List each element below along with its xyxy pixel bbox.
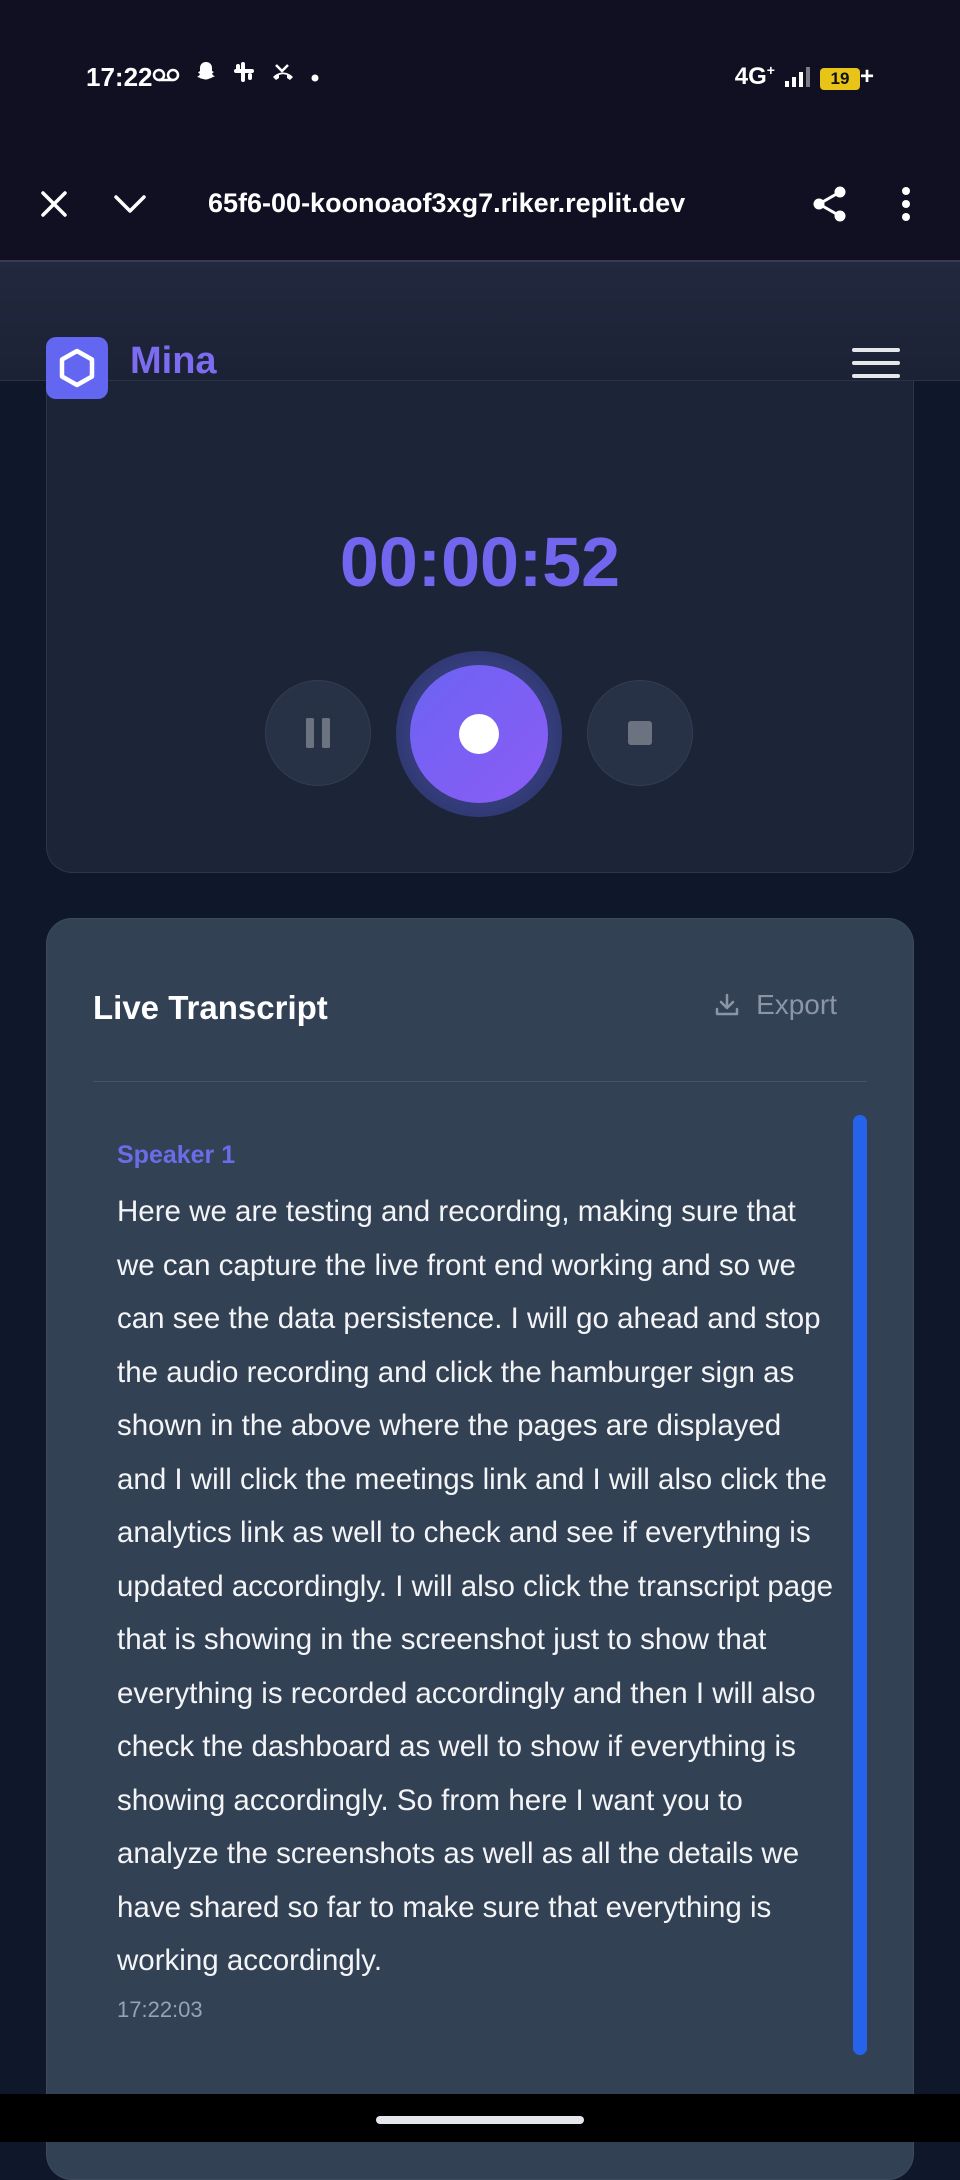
browser-toolbar: 65f6-00-koonoaof3xg7.riker.replit.dev: [0, 150, 960, 262]
slack-icon: [232, 60, 256, 91]
record-dot-icon: [459, 714, 499, 754]
export-button[interactable]: Export: [714, 989, 837, 1021]
logo[interactable]: [46, 337, 108, 399]
battery-level: 19: [819, 67, 860, 90]
record-button-inner: [410, 665, 548, 803]
record-button[interactable]: [396, 651, 562, 817]
divider: [93, 1081, 867, 1082]
notification-icons: [152, 60, 320, 91]
transcript-timestamp: 17:22:03: [117, 1997, 203, 2022]
status-time: 17:22: [86, 62, 153, 92]
address-bar[interactable]: 65f6-00-koonoaof3xg7.riker.replit.dev: [208, 188, 685, 219]
snapchat-icon: [194, 60, 218, 91]
pause-button[interactable]: [265, 680, 371, 786]
transcript-scrollbar[interactable]: [853, 1115, 867, 2055]
share-button[interactable]: [798, 172, 862, 236]
status-bar: 17:22 4G+ 19 +: [0, 0, 960, 150]
hexagon-logo-icon: [59, 348, 95, 388]
battery-icon: 19 +: [819, 63, 874, 91]
recording-timer: 00:00:52: [339, 523, 621, 601]
dot-icon: [310, 62, 320, 90]
transcript-title: Live Transcript: [93, 989, 328, 1026]
pause-icon: [306, 718, 330, 748]
network-type: 4G+: [734, 62, 775, 90]
share-icon: [813, 186, 846, 222]
more-vert-icon: [902, 187, 910, 221]
gesture-nav-bar: [0, 2094, 960, 2142]
speaker-label: Speaker 1: [117, 1141, 236, 1169]
home-handle[interactable]: [376, 2116, 584, 2124]
more-options-button[interactable]: [874, 172, 938, 236]
download-icon: [715, 993, 739, 1016]
brand-name[interactable]: Mina: [130, 340, 217, 383]
status-right: 4G+ 19 +: [735, 62, 874, 91]
hamburger-menu-button[interactable]: [852, 348, 900, 388]
transcript-text: Here we are testing and recording, makin…: [117, 1195, 834, 1977]
minimize-button[interactable]: [98, 172, 162, 236]
close-button[interactable]: [22, 172, 86, 236]
voicemail-icon: [152, 62, 180, 90]
close-icon: [41, 191, 67, 217]
signal-icon: [784, 66, 810, 87]
export-label: Export: [756, 989, 837, 1020]
missed-call-icon: [270, 61, 296, 90]
transcript-card: Live Transcript Export Speaker 1 Here we…: [46, 918, 914, 2180]
stop-icon: [628, 721, 652, 745]
chevron-down-icon: [114, 195, 146, 213]
stop-button[interactable]: [587, 680, 693, 786]
